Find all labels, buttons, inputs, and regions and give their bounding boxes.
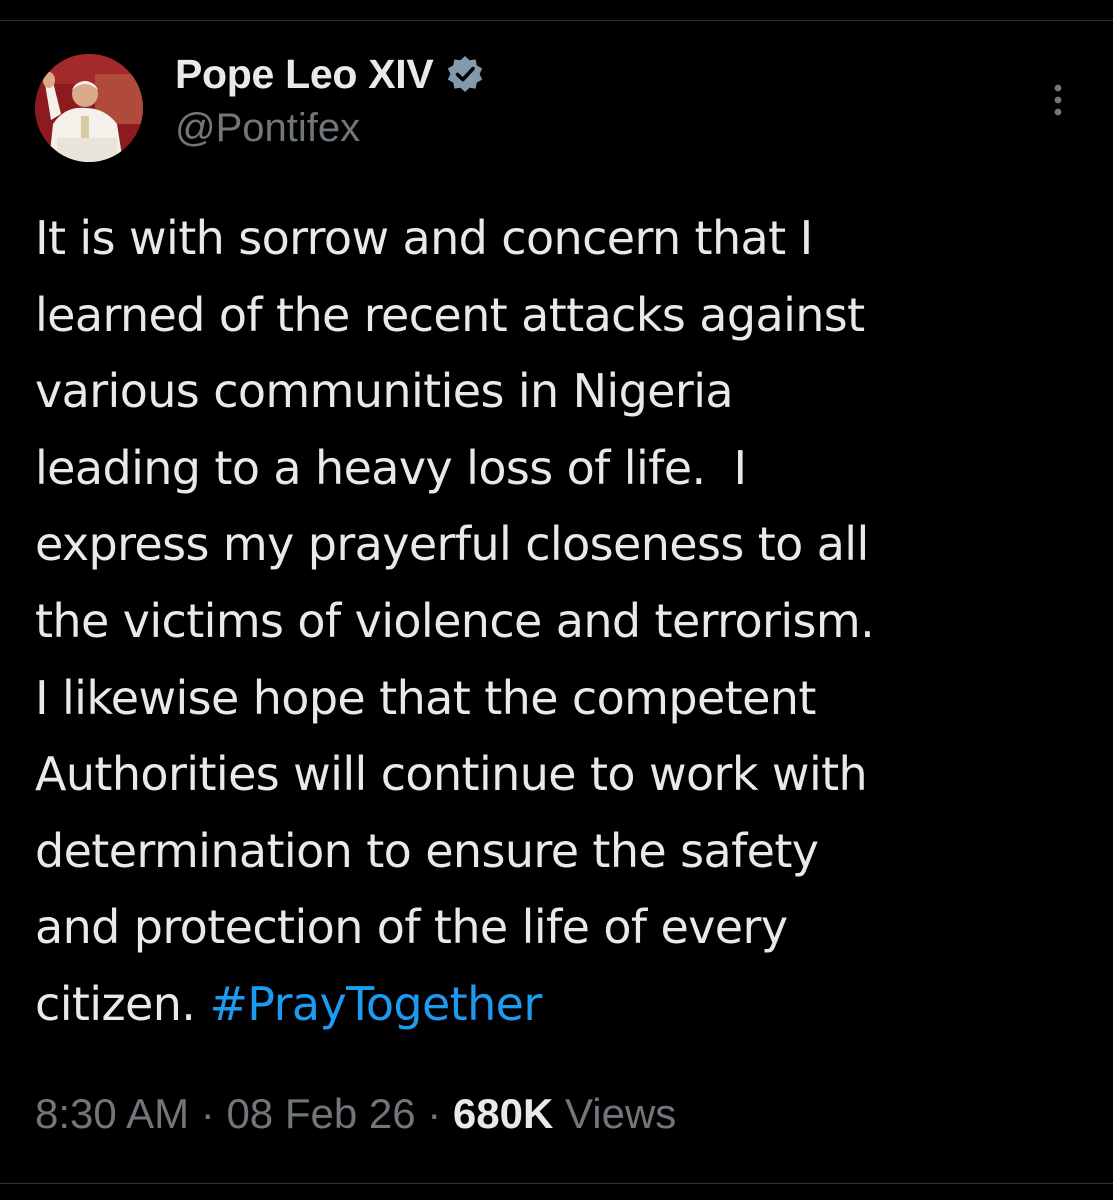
tweet-text-line: leading to a heavy loss of life. I — [35, 440, 747, 495]
author-info: Pope Leo XIV @Pontifex — [175, 46, 485, 151]
meta-separator: · — [189, 1090, 227, 1137]
avatar-image — [35, 54, 143, 162]
tweet-time[interactable]: 8:30 AM — [35, 1090, 189, 1137]
tweet-meta: 8:30 AM · 08 Feb 26 · 680K Views — [35, 1090, 676, 1138]
hashtag-link[interactable]: #PrayTogether — [209, 977, 542, 1031]
more-vertical-icon — [1054, 84, 1062, 116]
tweet-text-line: various communities in Nigeria — [35, 364, 734, 419]
tweet-text-line: It is with sorrow and concern that I — [35, 211, 813, 265]
verified-badge-icon — [445, 54, 485, 94]
tweet-text-line: the victims of violence and terrorism. — [35, 593, 875, 648]
views-label: Views — [553, 1090, 677, 1137]
tweet-text-line: learned of the recent attacks against — [35, 287, 865, 342]
tweet-text: It is with sorrow and concern that I lea… — [35, 200, 1085, 1043]
tweet-date[interactable]: 08 Feb 26 — [226, 1090, 415, 1137]
tweet-text-line: I likewise hope that the competent — [35, 670, 816, 725]
tweet-text-last-line: citizen. #PrayTogether — [35, 966, 1085, 1043]
top-divider — [0, 20, 1113, 21]
tweet-text-line: express my prayerful closeness to all — [35, 517, 869, 572]
more-options-button[interactable] — [1040, 78, 1076, 122]
tweet-text-last-words: citizen. — [35, 976, 210, 1031]
name-row: Pope Leo XIV — [175, 46, 485, 102]
tweet-text-line: and protection of the life of every — [35, 900, 788, 955]
avatar[interactable] — [35, 54, 143, 162]
tweet-text-line: determination to ensure the safety — [35, 823, 819, 878]
tweet-text-line: Authorities will continue to work with — [35, 747, 868, 802]
author-display-name[interactable]: Pope Leo XIV — [175, 51, 434, 98]
meta-separator: · — [415, 1090, 453, 1137]
author-handle[interactable]: @Pontifex — [175, 106, 485, 151]
bottom-divider — [0, 1183, 1113, 1184]
views-count: 680K — [452, 1090, 554, 1137]
